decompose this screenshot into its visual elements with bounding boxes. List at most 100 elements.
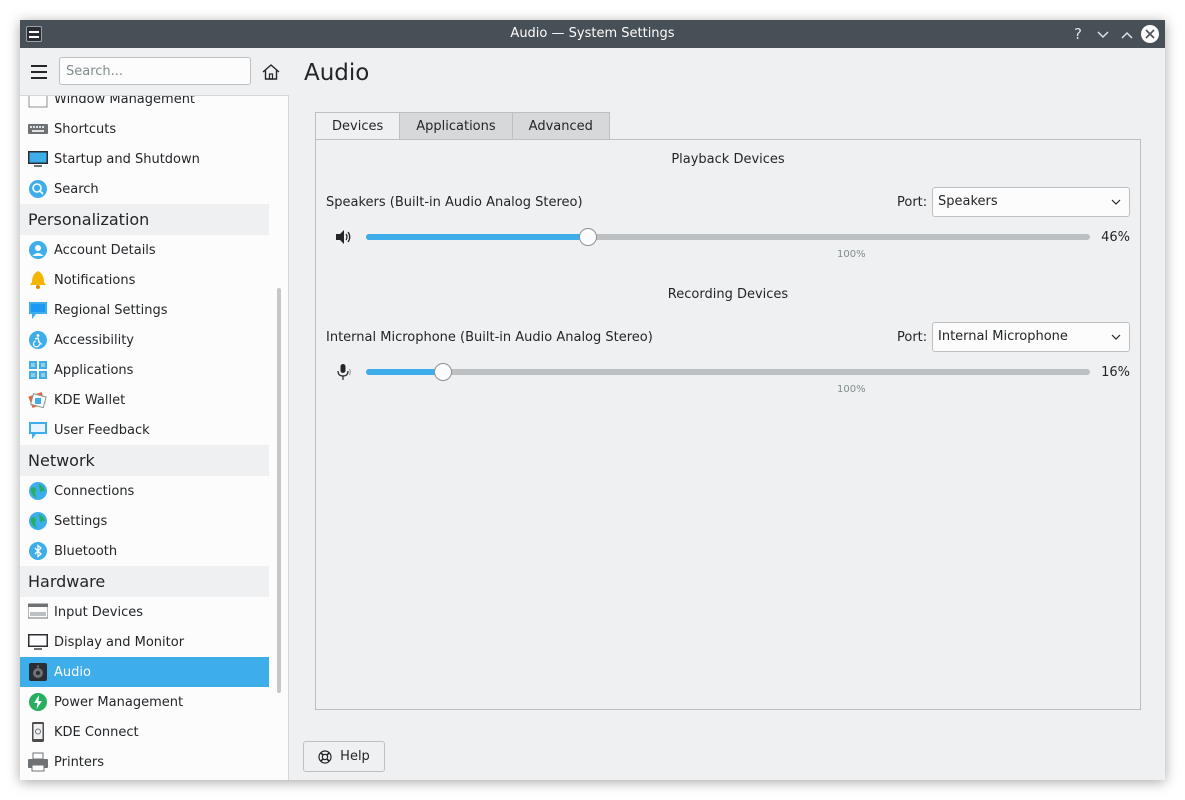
sidebar: Window Management Shortcuts Startup and …: [20, 48, 289, 780]
sidebar-item-accessibility[interactable]: Accessibility: [20, 325, 269, 355]
playback-volume-handle[interactable]: [579, 228, 598, 246]
sidebar-item-label: Connections: [54, 483, 135, 499]
close-button[interactable]: [1141, 25, 1159, 43]
keyboard-icon: [28, 119, 48, 139]
sidebar-item-applications[interactable]: Applications: [20, 355, 269, 385]
chevron-down-icon: [1111, 199, 1121, 205]
sidebar-item-kde-wallet[interactable]: KDE Wallet: [20, 385, 269, 415]
globe-icon: [28, 511, 48, 531]
sidebar-item-audio[interactable]: Audio: [20, 657, 269, 687]
sidebar-item-label: Power Management: [54, 694, 184, 710]
sidebar-item-label: Settings: [54, 513, 108, 529]
input-devices-icon: [28, 602, 48, 622]
lifebuoy-icon: [318, 749, 332, 764]
sidebar-item-label: Window Management: [54, 96, 196, 107]
feedback-icon: [28, 420, 48, 440]
sidebar-item-label: Shortcuts: [54, 121, 117, 137]
hamburger-menu-icon[interactable]: [31, 65, 47, 79]
system-settings-window: Audio — System Settings ? Window: [20, 20, 1165, 780]
sidebar-item-label: KDE Wallet: [54, 392, 126, 408]
chat-flag-icon: [28, 300, 48, 320]
sidebar-item-power-management[interactable]: Power Management: [20, 687, 269, 717]
sidebar-item-label: KDE Connect: [54, 724, 139, 740]
recording-device-name: Internal Microphone (Built-in Audio Anal…: [326, 330, 653, 345]
sidebar-item-shortcuts[interactable]: Shortcuts: [20, 114, 269, 144]
tab-devices[interactable]: Devices: [315, 112, 401, 141]
playback-devices-heading: Playback Devices: [671, 152, 785, 167]
main-content: Audio Devices Applications Advanced Play…: [290, 48, 1165, 780]
grid-icon: [28, 360, 48, 380]
sidebar-item-label: User Feedback: [54, 422, 150, 438]
playback-volume-fill: [366, 234, 589, 240]
sidebar-list: Window Management Shortcuts Startup and …: [20, 96, 269, 780]
sidebar-item-label: Regional Settings: [54, 302, 168, 318]
sidebar-item-kde-connect[interactable]: KDE Connect: [20, 717, 269, 747]
tab-bar: Devices Applications Advanced: [315, 112, 610, 141]
recording-volume-handle[interactable]: [434, 363, 453, 381]
sidebar-item-label: Applications: [54, 362, 134, 378]
page-title: Audio: [304, 60, 370, 86]
recording-volume-percent: 16%: [1101, 365, 1130, 380]
sidebar-item-regional-settings[interactable]: Regional Settings: [20, 295, 269, 325]
devices-panel: Playback Devices Speakers (Built-in Audi…: [315, 139, 1141, 710]
sidebar-item-label: Search: [54, 181, 99, 197]
playback-port-value: Speakers: [938, 194, 998, 209]
playback-volume-percent: 46%: [1101, 230, 1130, 245]
title-bar[interactable]: Audio — System Settings ?: [20, 20, 1165, 48]
sidebar-item-bluetooth[interactable]: Bluetooth: [20, 536, 269, 566]
category-personalization: Personalization: [20, 204, 269, 235]
playback-port-label: Port:: [897, 195, 928, 210]
bell-icon: [28, 270, 48, 290]
window-icon: [28, 96, 48, 109]
playback-port-select[interactable]: Speakers: [932, 187, 1130, 217]
chevron-down-icon: [1111, 334, 1121, 340]
sidebar-scrollbar[interactable]: [277, 96, 283, 780]
speaker-volume-icon[interactable]: [334, 228, 352, 246]
sidebar-item-printers[interactable]: Printers: [20, 747, 269, 777]
sidebar-item-label: Bluetooth: [54, 543, 118, 559]
microphone-icon[interactable]: [334, 363, 352, 381]
sidebar-item-user-feedback[interactable]: User Feedback: [20, 415, 269, 445]
wallet-icon: [28, 390, 48, 410]
sidebar-item-label: Audio: [54, 664, 91, 680]
home-icon[interactable]: [262, 64, 280, 80]
accessibility-icon: [28, 330, 48, 350]
sidebar-scrollbar-thumb[interactable]: [277, 288, 281, 693]
recording-port-select[interactable]: Internal Microphone: [932, 322, 1130, 352]
sidebar-item-search[interactable]: Search: [20, 174, 269, 204]
category-hardware: Hardware: [20, 566, 269, 597]
help-icon[interactable]: ?: [1068, 24, 1088, 44]
sidebar-item-label: Accessibility: [54, 332, 134, 348]
monitor-icon: [28, 149, 48, 169]
category-network: Network: [20, 445, 269, 476]
help-button-label: Help: [340, 749, 370, 764]
sidebar-item-notifications[interactable]: Notifications: [20, 265, 269, 295]
sidebar-item-display-monitor[interactable]: Display and Monitor: [20, 627, 269, 657]
maximize-button[interactable]: [1117, 24, 1137, 44]
sidebar-item-connections[interactable]: Connections: [20, 476, 269, 506]
tab-applications[interactable]: Applications: [399, 112, 513, 140]
playback-device-name: Speakers (Built-in Audio Analog Stereo): [326, 195, 583, 210]
recording-volume-slider[interactable]: [366, 363, 1090, 381]
search-icon: [28, 179, 48, 199]
printer-icon: [28, 752, 48, 772]
user-icon: [28, 240, 48, 260]
sidebar-item-network-settings[interactable]: Settings: [20, 506, 269, 536]
sidebar-item-input-devices[interactable]: Input Devices: [20, 597, 269, 627]
display-icon: [28, 632, 48, 652]
sidebar-header: [20, 48, 289, 96]
minimize-button[interactable]: [1093, 24, 1113, 44]
playback-volume-slider[interactable]: [366, 228, 1090, 246]
sidebar-item-account-details[interactable]: Account Details: [20, 235, 269, 265]
window-title: Audio — System Settings: [510, 26, 675, 41]
search-input[interactable]: [59, 57, 251, 85]
sidebar-item-label: Printers: [54, 754, 105, 770]
power-icon: [28, 692, 48, 712]
tab-advanced[interactable]: Advanced: [511, 112, 610, 140]
help-button[interactable]: Help: [303, 741, 385, 772]
sidebar-item-window-management[interactable]: Window Management: [20, 96, 269, 114]
sidebar-item-startup-shutdown[interactable]: Startup and Shutdown: [20, 144, 269, 174]
recording-port-label: Port:: [897, 330, 928, 345]
sidebar-item-label: Input Devices: [54, 604, 144, 620]
phone-icon: [28, 722, 48, 742]
